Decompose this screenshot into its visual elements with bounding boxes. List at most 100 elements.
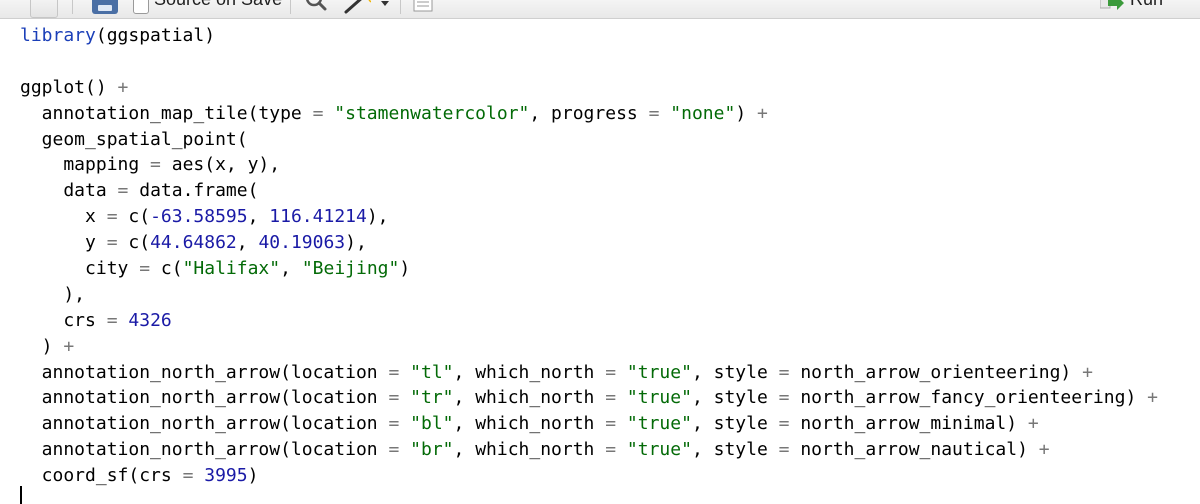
- code-line[interactable]: ggplot() +: [20, 75, 1158, 101]
- code-token: +: [117, 76, 129, 98]
- run-button-label[interactable]: Run: [1130, 0, 1163, 10]
- code-token: "none": [670, 102, 736, 124]
- code-token: "bl": [410, 413, 454, 435]
- code-token: =: [106, 206, 118, 228]
- code-line[interactable]: annotation_north_arrow(location = "br", …: [20, 437, 1158, 463]
- code-token: =: [648, 102, 660, 124]
- chevron-down-icon[interactable]: [380, 0, 390, 8]
- code-token: ): [20, 335, 64, 357]
- code-token: mapping: [20, 154, 151, 176]
- code-line[interactable]: data = data.frame(: [20, 178, 1158, 204]
- source-on-save-checkbox[interactable]: [133, 0, 149, 14]
- code-line[interactable]: annotation_north_arrow(location = "bl", …: [20, 411, 1158, 437]
- code-token: "true": [626, 387, 692, 409]
- code-line[interactable]: [20, 49, 1158, 75]
- code-token: , style: [691, 361, 779, 383]
- code-token: , style: [691, 439, 779, 461]
- code-line[interactable]: x = c(-63.58595, 116.41214),: [20, 204, 1158, 230]
- code-token: annotation_north_arrow(location: [20, 361, 389, 383]
- code-token: c(: [117, 206, 151, 228]
- code-token: north_arrow_nautical): [789, 439, 1039, 461]
- search-icon[interactable]: [304, 0, 328, 14]
- code-token: ,: [236, 232, 259, 254]
- code-token: "true": [626, 361, 692, 383]
- code-line[interactable]: crs = 4326: [20, 308, 1158, 334]
- code-token: +: [757, 102, 768, 124]
- code-token: ): [247, 465, 259, 487]
- code-line[interactable]: annotation_north_arrow(location = "tl", …: [20, 360, 1158, 386]
- code-line[interactable]: mapping = aes(x, y),: [20, 152, 1158, 178]
- code-token: =: [605, 439, 617, 461]
- doc-icon[interactable]: [30, 0, 58, 18]
- code-editor[interactable]: library(ggspatial) ggplot() + annotation_…: [0, 19, 1200, 504]
- code-token: =: [139, 258, 151, 280]
- code-token: , style: [691, 413, 779, 435]
- code-token: =: [605, 413, 617, 435]
- code-token: =: [605, 387, 617, 409]
- code-token: annotation_north_arrow(location: [20, 439, 389, 461]
- toolbar-separator: [400, 0, 401, 14]
- code-token: ): [735, 102, 757, 124]
- code-line[interactable]: city = c("Halifax", "Beijing"): [20, 256, 1158, 282]
- code-token: north_arrow_orienteering): [789, 361, 1083, 383]
- code-token: annotation_map_tile(type: [20, 102, 313, 124]
- code-token: data: [20, 180, 118, 202]
- code-token: , which_north: [453, 413, 606, 435]
- code-line[interactable]: y = c(44.64862, 40.19063),: [20, 230, 1158, 256]
- code-token: , style: [691, 387, 779, 409]
- code-token: , which_north: [453, 387, 606, 409]
- toolbar-separator: [72, 0, 73, 14]
- code-token: =: [150, 154, 161, 176]
- code-line[interactable]: geom_spatial_point(: [20, 127, 1158, 153]
- code-token: library: [20, 25, 96, 46]
- code-token: "tr": [410, 387, 454, 409]
- code-token: +: [63, 335, 75, 357]
- magic-wand-icon[interactable]: [343, 0, 371, 16]
- code-token: +: [1038, 439, 1050, 461]
- code-token: "tl": [410, 361, 454, 383]
- toolbar-separator: [290, 0, 291, 14]
- code-token: aes(x, y),: [160, 154, 281, 176]
- code-token: =: [388, 413, 400, 435]
- code-token: ),: [345, 232, 367, 254]
- code-token: +: [1027, 413, 1039, 435]
- text-cursor: [20, 486, 22, 504]
- code-token: y: [20, 232, 107, 254]
- code-line[interactable]: coord_sf(crs = 3995): [20, 463, 1158, 489]
- code-token: =: [778, 439, 790, 461]
- code-line[interactable]: ),: [20, 282, 1158, 308]
- code-line[interactable]: annotation_map_tile(type = "stamenwaterc…: [20, 101, 1158, 127]
- code-token: 44.64862: [150, 232, 237, 254]
- code-token: c(: [150, 258, 183, 280]
- code-token: =: [106, 232, 118, 254]
- code-token: =: [106, 309, 118, 331]
- code-token: =: [388, 387, 400, 409]
- code-line[interactable]: library(ggspatial): [20, 23, 1158, 49]
- list-icon[interactable]: [413, 0, 433, 14]
- code-token: =: [388, 361, 400, 383]
- code-token: x: [20, 206, 107, 228]
- code-token: , which_north: [453, 361, 606, 383]
- code-token: geom_spatial_point(: [20, 128, 248, 150]
- code-token: c(: [117, 232, 151, 254]
- code-token: =: [388, 439, 400, 461]
- code-line[interactable]: annotation_north_arrow(location = "tr", …: [20, 385, 1158, 411]
- code-token: =: [117, 180, 129, 202]
- code-token: "stamenwatercolor": [334, 102, 530, 124]
- code-token: north_arrow_fancy_orienteering): [789, 387, 1148, 409]
- code-token: ,: [247, 206, 270, 228]
- code-token: (ggspatial): [95, 25, 216, 46]
- code-line[interactable]: ) +: [20, 334, 1158, 360]
- source-code[interactable]: library(ggspatial) ggplot() + annotation_…: [20, 23, 1158, 489]
- run-arrow-icon[interactable]: [1100, 0, 1124, 10]
- code-token: 116.41214: [269, 206, 367, 228]
- save-icon[interactable]: [92, 0, 118, 14]
- code-token: 3995: [204, 465, 248, 487]
